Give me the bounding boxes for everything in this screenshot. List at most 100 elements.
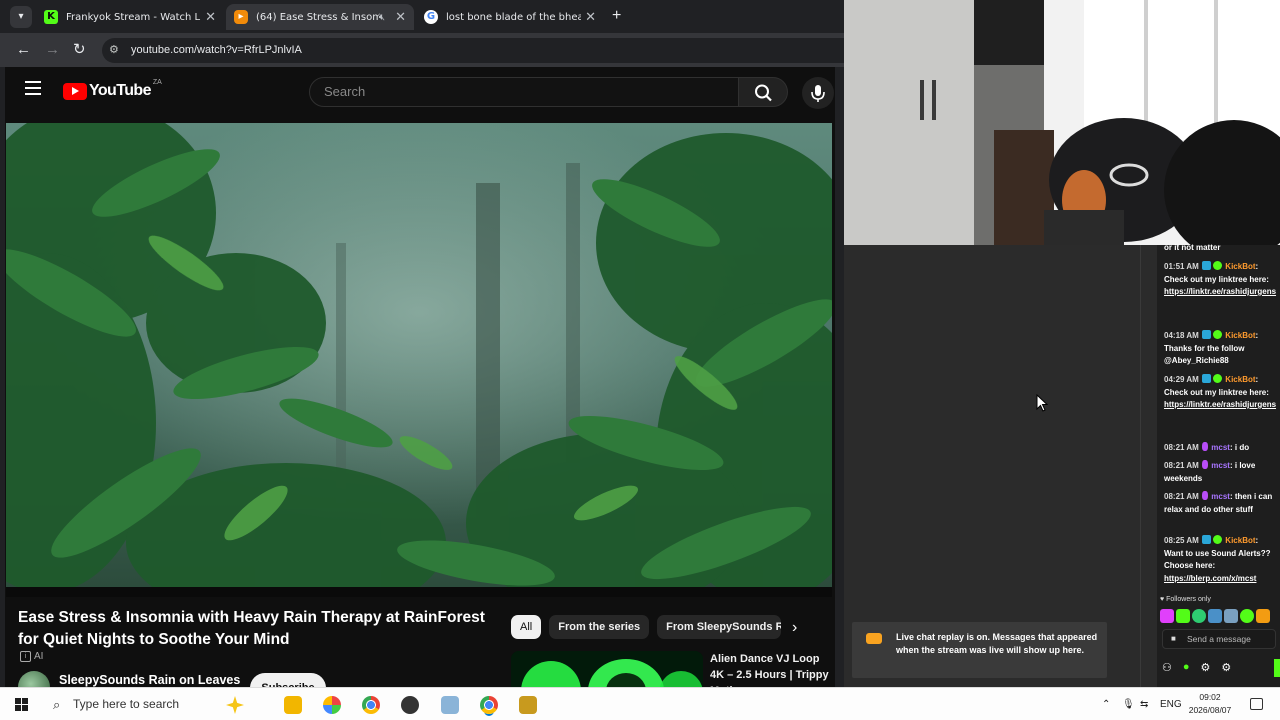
obs-icon[interactable] (401, 696, 419, 714)
new-tab-button[interactable]: + (612, 6, 621, 26)
search-icon (755, 84, 772, 102)
channel-name[interactable]: SleepySounds Rain on Leaves (59, 673, 240, 687)
send-message-input[interactable]: ■ Send a message (1162, 629, 1276, 649)
chat-timestamp: 04:18 AM (1164, 331, 1199, 340)
desktop: ▾ K Frankyok Stream - Watch Live on Kick… (0, 0, 1280, 720)
app-icon[interactable] (441, 696, 459, 714)
kick-logo-icon[interactable]: ● (1183, 661, 1190, 677)
chat-username[interactable]: KickBot (1225, 536, 1255, 545)
gear-icon[interactable]: ⚙ (1201, 661, 1211, 677)
close-tab-icon[interactable]: ✕ (585, 10, 596, 25)
chat-link[interactable]: https://linktr.ee/rashidjurgens (1164, 400, 1276, 409)
moderator-badge-icon (1202, 330, 1212, 339)
chat-message: 04:29 AM KickBot: Check out my linktree … (1164, 374, 1277, 409)
network-icon[interactable]: ⇆ (1140, 688, 1148, 720)
tab-google-search[interactable]: G lost bone blade of the bheaded ✕ (416, 4, 604, 30)
emote-icon[interactable] (1160, 609, 1174, 623)
chat-timestamp: 08:25 AM (1164, 536, 1199, 545)
search-icon: ⌕ (53, 697, 61, 712)
chat-link[interactable]: https://blerp.com/x/mcst (1164, 574, 1256, 583)
reload-icon[interactable]: ↻ (73, 40, 86, 60)
tab-title: lost bone blade of the bheaded (446, 11, 582, 23)
subscriber-badge-icon (1202, 491, 1209, 500)
file-explorer-icon[interactable] (284, 696, 302, 714)
game-icon[interactable] (519, 696, 537, 714)
windows-start-icon[interactable] (15, 698, 29, 712)
address-bar[interactable]: ⚙ youtube.com/watch?v=RfrLPJnlvIA (102, 38, 844, 63)
alien-dance-thumbnail-art (511, 651, 703, 687)
recommendation-title[interactable]: Alien Dance VJ Loop 4K – 2.5 Hours | Tri… (710, 651, 830, 687)
site-info-icon[interactable]: ⚙ (109, 43, 119, 56)
chevron-up-icon[interactable]: ⌃ (1102, 688, 1110, 720)
chat-username[interactable]: mcst (1211, 461, 1230, 470)
users-icon[interactable]: ⚇ (1162, 661, 1172, 677)
notification-icon[interactable] (1250, 698, 1263, 710)
chat-scrollbar[interactable] (1150, 245, 1154, 687)
subscriber-badge-icon (1202, 460, 1209, 469)
tab-kick-stream[interactable]: K Frankyok Stream - Watch Live on Kick ✕ (36, 4, 224, 30)
taskbar-clock[interactable]: 09:02 2026/08/07 (1188, 691, 1232, 717)
emote-icon[interactable] (1224, 609, 1238, 623)
moderator-badge-icon (1202, 374, 1212, 383)
microphone-icon (811, 85, 825, 102)
verified-badge-icon (1213, 261, 1223, 270)
emote-icon[interactable] (1256, 609, 1270, 623)
settings-icon[interactable]: ⚙ (1221, 661, 1231, 677)
chevron-right-icon[interactable]: › (792, 618, 797, 638)
emote-icon[interactable] (1176, 609, 1190, 623)
forward-arrow-icon[interactable]: → (45, 40, 60, 60)
emote-icon[interactable] (1208, 609, 1222, 623)
recommendation-thumbnail[interactable] (511, 651, 703, 687)
rainforest-video-frame (6, 123, 832, 597)
chip-all[interactable]: All (511, 615, 542, 639)
chat-message: 08:25 AM KickBot: Want to use Sound Aler… (1164, 535, 1271, 583)
app-icon[interactable] (323, 696, 341, 714)
close-tab-icon[interactable]: ✕ (395, 10, 406, 25)
chat-link[interactable]: https://linktr.ee/rashidjurgens (1164, 287, 1276, 296)
tab-search-button[interactable]: ▾ (10, 6, 32, 28)
emote-icon[interactable] (1192, 609, 1206, 623)
chat-username[interactable]: KickBot (1225, 331, 1255, 340)
taskbar-search-input[interactable]: ⌕ Type here to search (44, 688, 276, 720)
browser-tab-strip: ▾ K Frankyok Stream - Watch Live on Kick… (0, 0, 844, 33)
chat-message: 08:21 AM mcst: i do (1164, 442, 1250, 452)
chat-timestamp: 08:21 AM (1164, 492, 1199, 501)
chat-text: Check out my linktree here: (1164, 387, 1269, 397)
chip-from-channel[interactable]: From SleepySounds Rain on Leaves (657, 615, 782, 639)
chat-username[interactable]: mcst (1211, 492, 1230, 501)
clock-time: 09:02 (1199, 692, 1221, 702)
youtube-play-logo-icon (63, 82, 87, 100)
chat-username[interactable]: KickBot (1225, 262, 1255, 271)
hamburger-menu-icon[interactable] (25, 81, 41, 95)
chat-username[interactable]: mcst (1211, 443, 1230, 452)
clock-date: 2026/08/07 (1188, 705, 1232, 715)
send-button[interactable] (1274, 659, 1280, 677)
subscribe-button[interactable]: Subscribe (250, 673, 326, 687)
back-arrow-icon[interactable]: ← (16, 40, 31, 60)
youtube-logo[interactable]: YouTube ZA (63, 79, 162, 100)
channel-avatar[interactable] (18, 671, 50, 687)
chat-username[interactable]: KickBot (1225, 375, 1255, 384)
video-player[interactable] (6, 123, 832, 597)
chat-message: 08:21 AM mcst: then i can relax and do o… (1164, 491, 1273, 514)
chat-message-fragment: or it not matter (1164, 242, 1276, 255)
chat-timestamp: 08:21 AM (1164, 461, 1199, 470)
language-indicator[interactable]: ENG (1160, 688, 1182, 720)
tab-youtube[interactable]: ▸ (64) Ease Stress & Insomnia with Heavy… (226, 4, 414, 30)
chrome-icon[interactable] (480, 696, 498, 714)
emote-icon[interactable] (1240, 609, 1254, 623)
close-tab-icon[interactable]: ✕ (205, 10, 216, 25)
search-input[interactable]: Search (309, 77, 739, 107)
verified-badge-icon (1213, 330, 1223, 339)
chrome-icon[interactable] (362, 696, 380, 714)
panel-divider (1140, 245, 1141, 687)
emote-bar (1160, 609, 1270, 623)
microphone-icon[interactable]: 🎙︎ (1122, 688, 1135, 720)
muted-speaker-icon[interactable]: 🔇︎ (379, 12, 385, 23)
recommendation-chips: All From the series From SleepySounds Ra… (511, 615, 782, 639)
chip-from-series[interactable]: From the series (549, 615, 650, 639)
youtube-icon: ▸ (234, 10, 248, 24)
voice-search-button[interactable] (802, 77, 834, 109)
chat-text: Want to use Sound Alerts?? Choose here: (1164, 548, 1271, 571)
search-button[interactable] (738, 77, 788, 107)
